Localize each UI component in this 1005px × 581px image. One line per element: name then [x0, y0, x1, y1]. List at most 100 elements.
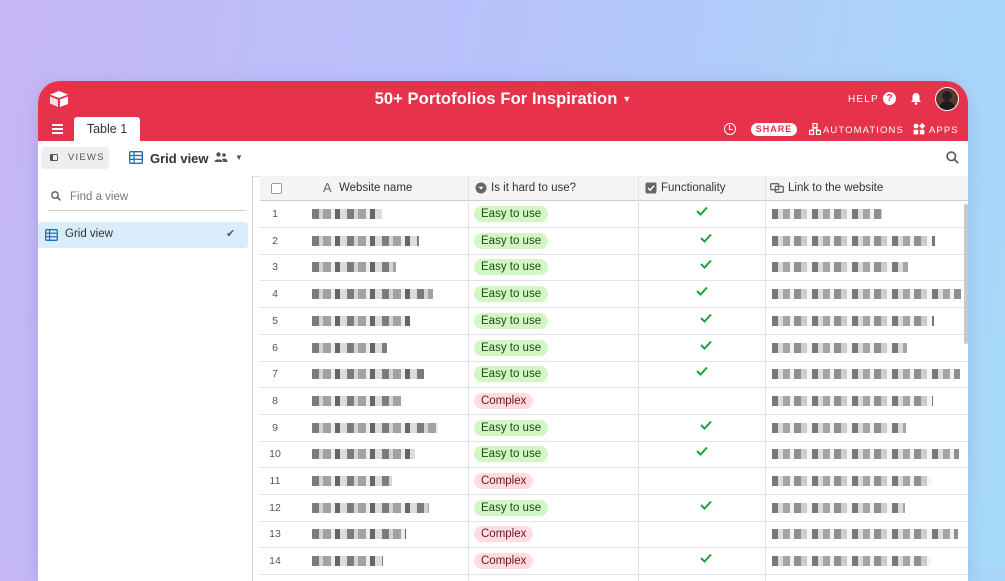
- automations-button[interactable]: AUTOMATIONS: [823, 125, 904, 136]
- link-cell-blurred[interactable]: [772, 449, 959, 460]
- difficulty-pill[interactable]: Easy to use: [474, 259, 549, 276]
- link-cell-blurred[interactable]: [772, 476, 932, 486]
- website-name-cell-blurred[interactable]: [312, 369, 424, 380]
- check-icon[interactable]: [700, 259, 712, 270]
- check-icon[interactable]: [700, 313, 712, 323]
- website-name-cell-blurred[interactable]: [312, 422, 438, 433]
- website-name-cell-blurred[interactable]: [312, 502, 429, 513]
- sidebar-item-label: Grid view: [65, 228, 113, 240]
- website-name-cell-blurred[interactable]: [312, 529, 406, 540]
- table-row[interactable]: 8 Complex: [260, 388, 968, 415]
- table-row[interactable]: 13 Complex: [260, 521, 968, 549]
- difficulty-pill[interactable]: Easy to use: [474, 312, 549, 329]
- sidebar-toggle-icon: [50, 154, 58, 161]
- table-row[interactable]: 5 Easy to use: [260, 308, 968, 335]
- table-row[interactable]: 7 Easy to use: [260, 361, 968, 389]
- link-cell-blurred[interactable]: [772, 315, 934, 326]
- people-icon[interactable]: [214, 152, 228, 162]
- link-cell-blurred[interactable]: [772, 209, 882, 219]
- avatar[interactable]: [935, 87, 959, 111]
- website-name-cell-blurred[interactable]: [312, 235, 419, 246]
- difficulty-pill[interactable]: Complex: [474, 473, 534, 489]
- link-cell-blurred[interactable]: [772, 502, 905, 513]
- table-row[interactable]: 4 Easy to use: [260, 281, 968, 309]
- row-number: 4: [272, 288, 278, 301]
- table-row[interactable]: 11 Complex: [260, 468, 968, 495]
- website-name-cell-blurred[interactable]: [312, 289, 433, 300]
- difficulty-pill[interactable]: Easy to use: [474, 419, 549, 436]
- difficulty-pill[interactable]: Complex: [474, 526, 534, 543]
- website-name-cell-blurred[interactable]: [312, 449, 415, 460]
- base-title-text: 50+ Portofolios For Inspiration: [374, 90, 618, 108]
- check-icon[interactable]: [696, 206, 708, 216]
- column-header-functionality[interactable]: Functionality: [639, 176, 766, 200]
- apps-button[interactable]: APPS: [929, 125, 959, 136]
- menu-icon[interactable]: [52, 124, 63, 134]
- history-icon[interactable]: [724, 123, 736, 135]
- row-number: 1: [272, 208, 278, 220]
- link-cell-blurred[interactable]: [772, 422, 906, 433]
- difficulty-pill[interactable]: Easy to use: [474, 286, 549, 303]
- find-view-input[interactable]: [68, 187, 242, 207]
- difficulty-pill[interactable]: Easy to use: [474, 206, 549, 222]
- link-cell-blurred[interactable]: [772, 235, 935, 246]
- current-view-name[interactable]: Grid view: [150, 151, 209, 166]
- automations-icon[interactable]: [809, 123, 821, 135]
- website-name-cell-blurred[interactable]: [312, 315, 410, 326]
- table-row[interactable]: 3 Easy to use: [260, 254, 968, 282]
- check-icon[interactable]: [700, 553, 712, 564]
- table-row[interactable]: 2 Easy to use: [260, 228, 968, 255]
- link-cell-blurred[interactable]: [772, 289, 961, 300]
- search-icon: [51, 191, 61, 201]
- help-icon[interactable]: ?: [883, 92, 896, 105]
- search-icon[interactable]: [946, 151, 959, 164]
- check-icon[interactable]: [700, 233, 712, 243]
- base-title[interactable]: 50+ Portofolios For Inspiration ▼: [38, 90, 968, 109]
- row-number: 10: [269, 448, 281, 461]
- column-header-website-name[interactable]: A Website name: [260, 176, 469, 200]
- check-icon[interactable]: [696, 446, 708, 457]
- table-row[interactable]: 9 Easy to use: [260, 415, 968, 442]
- website-name-cell-blurred[interactable]: [312, 209, 382, 219]
- table-row[interactable]: 6 Easy to use: [260, 335, 968, 362]
- table-row[interactable]: 14 Complex: [260, 548, 968, 576]
- link-cell-blurred[interactable]: [772, 342, 907, 353]
- website-name-cell-blurred[interactable]: [312, 476, 392, 486]
- apps-icon[interactable]: [913, 123, 925, 135]
- vertical-scrollbar[interactable]: [964, 204, 968, 344]
- column-header-link[interactable]: Link to the website: [766, 176, 968, 200]
- table-row[interactable]: 10 Easy to use: [260, 441, 968, 469]
- tab-table-1[interactable]: Table 1: [74, 117, 140, 141]
- bell-icon[interactable]: [910, 92, 922, 105]
- difficulty-pill[interactable]: Easy to use: [474, 339, 549, 356]
- difficulty-pill[interactable]: Complex: [474, 392, 534, 409]
- views-toggle-button[interactable]: VIEWS: [41, 147, 109, 169]
- share-button[interactable]: SHARE: [751, 123, 797, 136]
- check-icon[interactable]: [696, 366, 708, 377]
- row-number: 8: [272, 394, 278, 407]
- chevron-down-icon[interactable]: ▼: [235, 153, 243, 162]
- difficulty-pill[interactable]: Easy to use: [474, 232, 549, 249]
- help-link[interactable]: HELP: [848, 94, 879, 105]
- website-name-cell-blurred[interactable]: [312, 395, 401, 406]
- table-row[interactable]: 12 Easy to use: [260, 495, 968, 522]
- table-row[interactable]: 1 Easy to use: [260, 201, 968, 228]
- difficulty-pill[interactable]: Easy to use: [474, 499, 549, 516]
- website-name-cell-blurred[interactable]: [312, 262, 396, 273]
- website-name-cell-blurred[interactable]: [312, 342, 387, 353]
- check-icon[interactable]: [700, 420, 712, 430]
- difficulty-pill[interactable]: Complex: [474, 553, 534, 570]
- row-number: 6: [272, 341, 278, 354]
- row-number: 7: [272, 368, 278, 381]
- sidebar-item-grid-view[interactable]: Grid view ✔: [38, 222, 248, 248]
- link-cell-blurred[interactable]: [772, 395, 933, 406]
- difficulty-pill[interactable]: Easy to use: [474, 366, 549, 383]
- link-cell-blurred[interactable]: [772, 529, 958, 540]
- link-cell-blurred[interactable]: [772, 262, 908, 273]
- difficulty-pill[interactable]: Easy to use: [474, 446, 549, 463]
- check-icon[interactable]: [700, 340, 712, 350]
- link-cell-blurred[interactable]: [772, 369, 960, 380]
- column-header-difficulty[interactable]: Is it hard to use?: [469, 176, 639, 200]
- check-icon[interactable]: [700, 500, 712, 510]
- check-icon[interactable]: [696, 286, 708, 297]
